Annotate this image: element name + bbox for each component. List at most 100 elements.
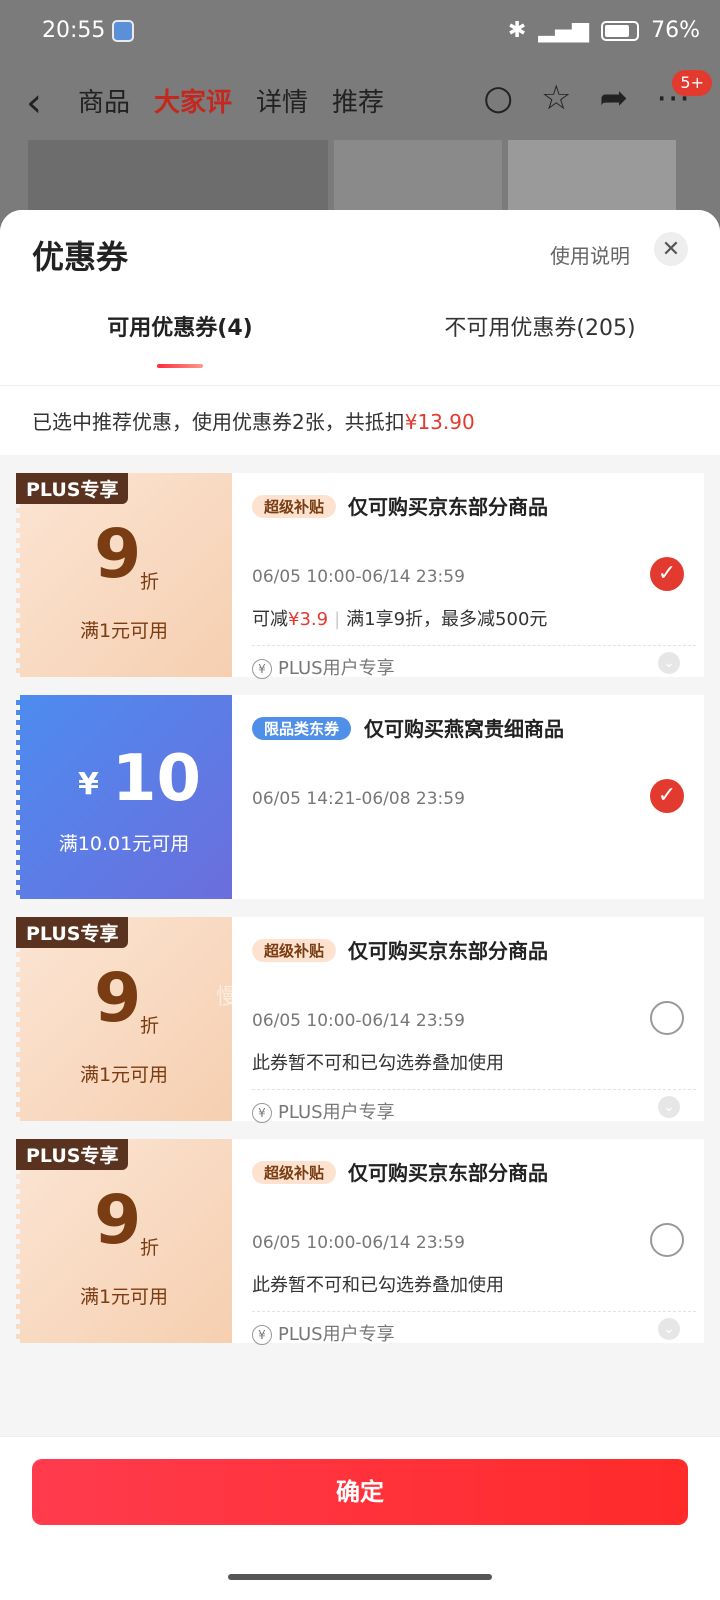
coupon-validity: 06/05 10:00-06/14 23:59	[252, 567, 465, 587]
coupon-info: 限品类东券 仅可购买燕窝贵细商品 06/05 14:21-06/08 23:59…	[232, 695, 704, 899]
plus-exclusive-tag: PLUS专享	[16, 473, 129, 504]
coupon-footer[interactable]: ¥ PLUS用户专享 ⌄	[252, 1089, 696, 1123]
yen-icon: ¥	[252, 1103, 272, 1123]
tab-available[interactable]: 可用优惠券(4)	[0, 310, 360, 368]
coupon-description: 此券暂不可和已勾选券叠加使用	[252, 1053, 504, 1074]
battery-icon	[601, 20, 640, 41]
discount-value: 9	[94, 959, 142, 1038]
coupon-amount: 10	[112, 742, 202, 816]
sheet-header: 优惠券 使用说明 ✕ 可用优惠券(4) 不可用优惠券(205)	[0, 210, 720, 385]
tab-details[interactable]: 详情	[256, 82, 308, 119]
tab-unavailable[interactable]: 不可用优惠券(205)	[360, 310, 720, 342]
chevron-down-icon[interactable]: ⌄	[658, 1318, 680, 1340]
search-icon[interactable]: ○	[483, 78, 513, 118]
coupon-card[interactable]: ¥ 10 满10.01元可用 限品类东券 仅可购买燕窝贵细商品 06/05 14…	[16, 695, 704, 899]
coupon-condition: 满1元可用	[79, 1286, 169, 1308]
divider: |	[334, 609, 341, 630]
footer-label: PLUS用户专享	[278, 1102, 395, 1123]
coupon-value-panel: PLUS专享 9 折 满1元可用	[16, 917, 232, 1121]
status-icons: ✱ ▂▄▆ 76%	[488, 18, 700, 43]
yen-icon: ¥	[252, 659, 272, 679]
coupon-card[interactable]: PLUS专享 9 折 满1元可用 超级补贴 仅可购买京东部分商品 06/05 1…	[16, 473, 704, 679]
coupon-list: PLUS专享 9 折 满1元可用 超级补贴 仅可购买京东部分商品 06/05 1…	[0, 455, 720, 1379]
coupon-type-tag: 限品类东券	[252, 717, 352, 740]
bluetooth-icon: ✱	[507, 18, 527, 43]
message-badge: 5+	[672, 70, 712, 96]
tab-reviews[interactable]: 大家评	[154, 82, 232, 119]
discount-value: 9	[94, 1181, 142, 1260]
desc-rule: 满1享9折，最多减500元	[346, 609, 548, 630]
coupon-condition: 满1元可用	[79, 620, 169, 642]
nav-tabs: 商品 大家评 详情 推荐	[78, 82, 384, 119]
app-notification-icon	[112, 20, 134, 42]
tab-unavailable-label: 不可用优惠券(205)	[444, 316, 636, 341]
unselected-radio-icon[interactable]	[650, 1001, 684, 1035]
discount-unit: 折	[140, 1015, 160, 1037]
coupon-value-panel: ¥ 10 满10.01元可用	[16, 695, 232, 899]
unselected-radio-icon[interactable]	[650, 1223, 684, 1257]
chevron-down-icon[interactable]: ⌄	[658, 652, 680, 674]
tab-recommend[interactable]: 推荐	[332, 82, 384, 119]
coupon-type-tag: 超级补贴	[252, 1161, 337, 1184]
coupon-info: 超级补贴 仅可购买京东部分商品 06/05 10:00-06/14 23:59 …	[232, 917, 704, 1123]
chevron-down-icon[interactable]: ⌄	[658, 1096, 680, 1118]
coupon-value-panel: PLUS专享 9 折 满1元可用	[16, 1139, 232, 1343]
coupon-condition: 满1元可用	[79, 1064, 169, 1086]
coupon-title: 仅可购买京东部分商品	[348, 495, 548, 519]
tab-goods[interactable]: 商品	[78, 82, 130, 119]
coupon-info: 超级补贴 仅可购买京东部分商品 06/05 10:00-06/14 23:59 …	[232, 1139, 704, 1345]
yen-icon: ¥	[252, 1325, 272, 1345]
thumbnail-image	[28, 140, 328, 210]
signal-icon: ▂▄▆	[538, 18, 590, 43]
coupon-validity: 06/05 10:00-06/14 23:59	[252, 1011, 465, 1031]
close-icon: ✕	[661, 236, 681, 262]
coupon-description: 此券暂不可和已勾选券叠加使用	[252, 1275, 504, 1296]
share-icon[interactable]: ➦	[600, 78, 629, 118]
discount-unit: 折	[140, 571, 160, 593]
coupon-sheet: 优惠券 使用说明 ✕ 可用优惠券(4) 不可用优惠券(205) 已选中推荐优惠，…	[0, 210, 720, 1600]
desc-prefix: 可减	[252, 609, 288, 630]
coupon-card[interactable]: PLUS专享 9 折 满1元可用 超级补贴 仅可购买京东部分商品 06/05 1…	[16, 1139, 704, 1345]
coupon-validity: 06/05 10:00-06/14 23:59	[252, 1233, 465, 1253]
coupon-info: 超级补贴 仅可购买京东部分商品 06/05 10:00-06/14 23:59 …	[232, 473, 704, 679]
nav-icons: ○ ☆ ➦ ⋯	[483, 78, 690, 118]
summary-amount: ¥13.90	[404, 410, 475, 434]
coupon-type-tag: 超级补贴	[252, 495, 337, 518]
coupon-footer[interactable]: ¥ PLUS用户专享 ⌄	[252, 645, 696, 679]
confirm-button[interactable]: 确定	[32, 1459, 688, 1525]
coupon-tabs: 可用优惠券(4) 不可用优惠券(205)	[0, 310, 720, 368]
close-button[interactable]: ✕	[654, 232, 688, 266]
currency-symbol: ¥	[78, 767, 99, 802]
coupon-validity: 06/05 14:21-06/08 23:59	[252, 789, 465, 809]
coupon-title: 仅可购买京东部分商品	[348, 1161, 548, 1185]
coupon-card[interactable]: PLUS专享 9 折 满1元可用 超级补贴 仅可购买京东部分商品 06/05 1…	[16, 917, 704, 1123]
back-arrow-icon[interactable]: ‹	[26, 80, 42, 126]
product-thumbnails	[28, 140, 676, 210]
footer-label: PLUS用户专享	[278, 658, 395, 679]
bottom-action-bar: 确定	[0, 1436, 720, 1600]
coupon-type-tag: 超级补贴	[252, 939, 337, 962]
footer-label: PLUS用户专享	[278, 1324, 395, 1345]
coupon-title: 仅可购买京东部分商品	[348, 939, 548, 963]
coupon-footer[interactable]: ¥ PLUS用户专享 ⌄	[252, 1311, 696, 1345]
battery-percent: 76%	[651, 18, 700, 43]
star-icon[interactable]: ☆	[541, 78, 571, 118]
active-tab-indicator	[157, 364, 203, 368]
summary-text: 已选中推荐优惠，使用优惠券2张，共抵扣	[32, 410, 405, 434]
desc-amount: ¥3.9	[288, 609, 329, 630]
coupon-condition: 满10.01元可用	[58, 833, 190, 855]
thumbnail-image	[508, 140, 676, 210]
coupon-title: 仅可购买燕窝贵细商品	[364, 717, 564, 741]
status-time: 20:55	[42, 18, 106, 43]
home-indicator	[228, 1574, 492, 1580]
product-nav: ‹ 商品 大家评 详情 推荐 ○ ☆ ➦ ⋯ 5+	[0, 70, 720, 130]
plus-exclusive-tag: PLUS专享	[16, 917, 129, 948]
plus-exclusive-tag: PLUS专享	[16, 1139, 129, 1170]
selection-summary: 已选中推荐优惠，使用优惠券2张，共抵扣¥13.90	[0, 385, 720, 455]
discount-value: 9	[94, 515, 142, 594]
selected-check-icon[interactable]: ✓	[650, 557, 684, 591]
status-bar: 20:55 ✱ ▂▄▆ 76%	[0, 0, 720, 64]
selected-check-icon[interactable]: ✓	[650, 779, 684, 813]
usage-instructions-link[interactable]: 使用说明	[550, 240, 630, 269]
thumbnail-image	[334, 140, 502, 210]
